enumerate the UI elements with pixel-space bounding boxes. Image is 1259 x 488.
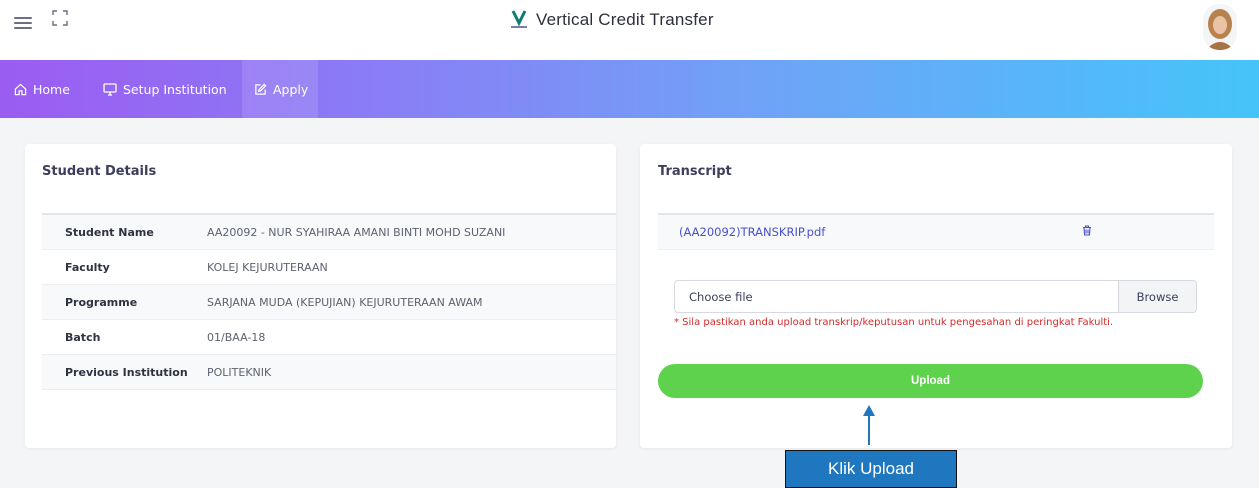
transcript-card: Transcript (AA20092)TRANSKRIP.pdf Choose… xyxy=(640,144,1232,448)
trash-icon[interactable] xyxy=(1082,225,1092,239)
fullscreen-icon[interactable] xyxy=(52,10,68,26)
table-row: Programme SARJANA MUDA (KEPUJIAN) KEJURU… xyxy=(42,285,616,320)
table-row: (AA20092)TRANSKRIP.pdf xyxy=(658,215,1214,250)
row-value: POLITEKNIK xyxy=(207,365,272,379)
edit-icon xyxy=(255,83,267,95)
arrow-up-icon xyxy=(863,405,875,445)
brand: Vertical Credit Transfer xyxy=(510,8,714,32)
browse-button[interactable]: Browse xyxy=(1118,281,1196,312)
row-value: KOLEJ KEJURUTERAAN xyxy=(207,260,328,274)
upload-button[interactable]: Upload xyxy=(658,364,1203,398)
nav-apply[interactable]: Apply xyxy=(242,60,318,118)
table-row: Faculty KOLEJ KEJURUTERAAN xyxy=(42,250,616,285)
student-details-title: Student Details xyxy=(42,164,157,179)
student-details-card: Student Details Student Name AA20092 - N… xyxy=(25,144,616,448)
nav-setup-label: Setup Institution xyxy=(123,81,227,97)
nav-apply-label: Apply xyxy=(273,81,309,97)
row-value: 01/BAA-18 xyxy=(207,330,266,344)
nav-home[interactable]: Home xyxy=(14,60,98,118)
top-bar: Vertical Credit Transfer xyxy=(0,0,1259,60)
transcript-table: (AA20092)TRANSKRIP.pdf xyxy=(658,213,1214,250)
nav-setup-institution[interactable]: Setup Institution xyxy=(103,60,239,118)
user-avatar[interactable] xyxy=(1203,4,1237,50)
row-label: Programme xyxy=(65,295,138,309)
row-label: Faculty xyxy=(65,260,110,274)
transcript-title: Transcript xyxy=(658,164,732,179)
table-row: Previous Institution POLITEKNIK xyxy=(42,355,616,390)
nav-home-label: Home xyxy=(33,81,70,97)
choose-file-field[interactable]: Choose file xyxy=(675,281,1118,312)
hamburger-icon[interactable] xyxy=(14,14,32,30)
row-label: Previous Institution xyxy=(65,365,188,379)
table-row: Student Name AA20092 - NUR SYAHIRAA AMAN… xyxy=(42,215,616,250)
student-details-table: Student Name AA20092 - NUR SYAHIRAA AMAN… xyxy=(42,213,616,390)
monitor-icon xyxy=(103,82,117,96)
row-label: Batch xyxy=(65,330,101,344)
table-row: Batch 01/BAA-18 xyxy=(42,320,616,355)
transcript-file-link[interactable]: (AA20092)TRANSKRIP.pdf xyxy=(658,225,1082,239)
row-value: SARJANA MUDA (KEPUJIAN) KEJURUTERAAN AWA… xyxy=(207,295,483,309)
row-value: AA20092 - NUR SYAHIRAA AMANI BINTI MOHD … xyxy=(207,225,506,239)
row-label: Student Name xyxy=(65,225,154,239)
home-icon xyxy=(14,83,27,95)
app-title: Vertical Credit Transfer xyxy=(536,10,714,29)
file-input[interactable]: Choose file Browse xyxy=(674,280,1197,313)
main-navigation: Home Setup Institution Apply xyxy=(0,60,1259,118)
brand-logo-icon xyxy=(510,9,528,31)
upload-hint: * Sila pastikan anda upload transkrip/ke… xyxy=(674,317,1114,328)
annotation-callout: Klik Upload xyxy=(785,450,957,488)
